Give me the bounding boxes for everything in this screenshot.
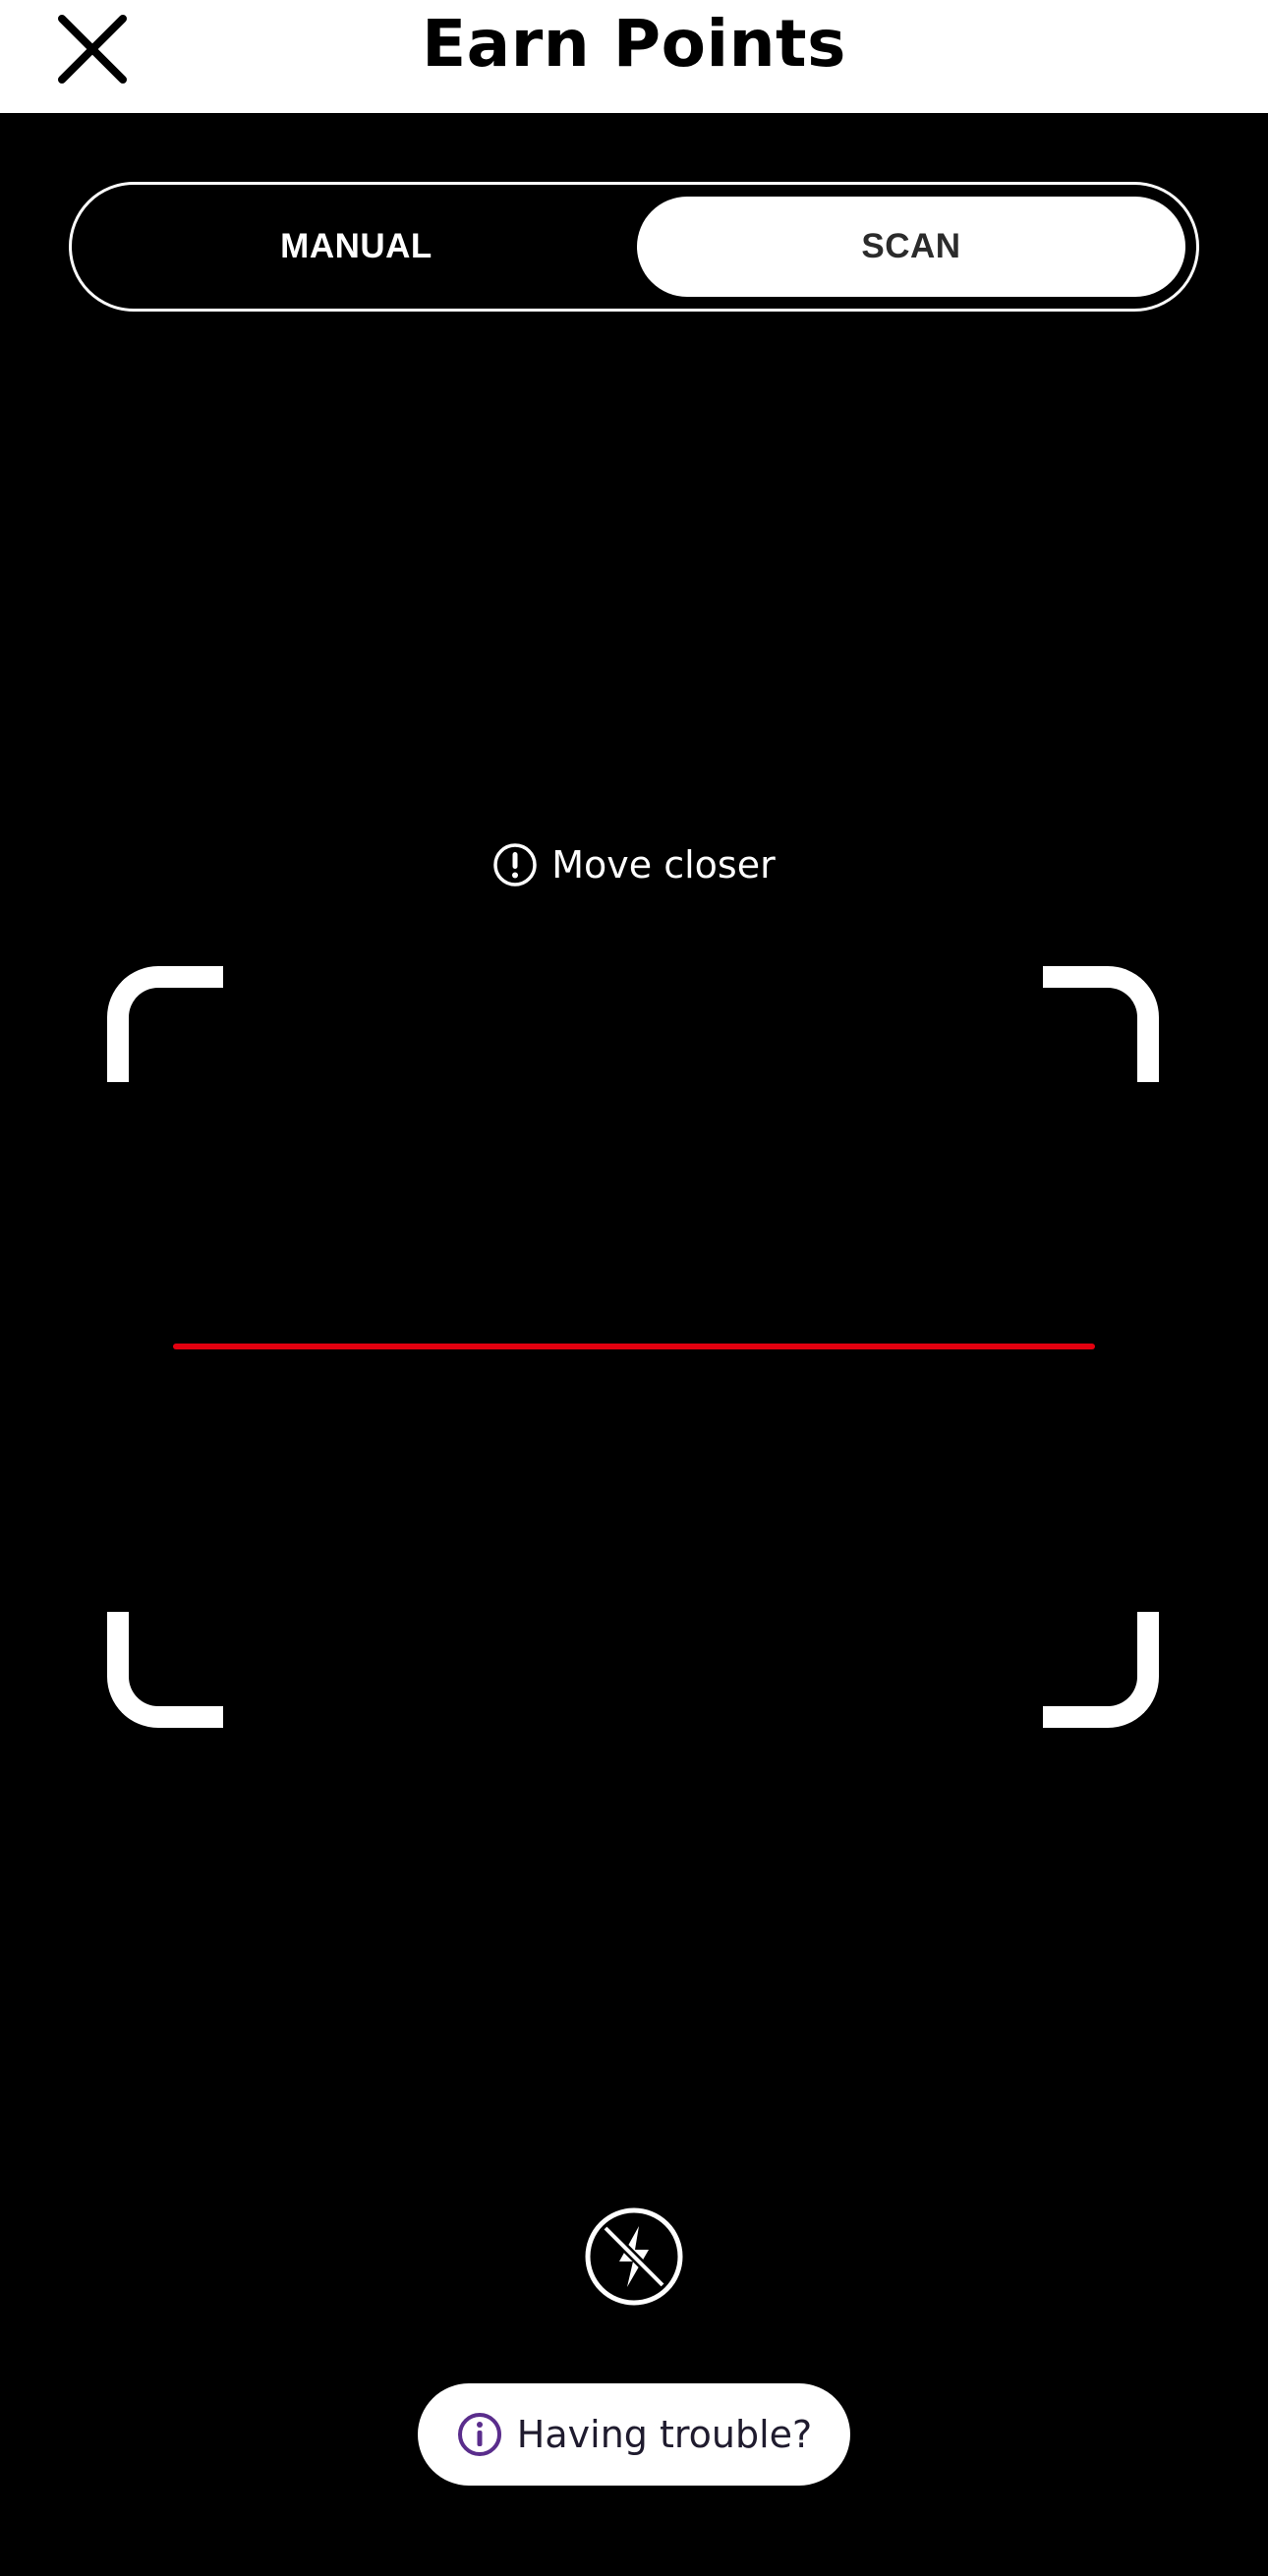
having-trouble-label: Having trouble? <box>516 2413 813 2456</box>
page-title: Earn Points <box>422 6 846 82</box>
having-trouble-button[interactable]: Having trouble? <box>418 2383 850 2486</box>
scan-line <box>173 1344 1095 1349</box>
scan-frame-corner-bottom-right <box>1043 1612 1159 1728</box>
scan-hint: Move closer <box>0 833 1268 896</box>
header-bar: Earn Points <box>0 0 1268 113</box>
scan-hint-text: Move closer <box>551 843 776 887</box>
scan-screen: Earn Points MANUAL SCAN Move closer Havi… <box>0 0 1268 2576</box>
exclamation-circle-icon <box>492 842 538 887</box>
mode-segmented-control: MANUAL SCAN <box>69 182 1199 312</box>
info-circle-icon <box>456 2411 503 2458</box>
scan-frame-corner-top-left <box>107 966 223 1082</box>
flash-off-icon <box>585 2207 683 2306</box>
tab-scan[interactable]: SCAN <box>637 197 1185 297</box>
scan-frame-corner-top-right <box>1043 966 1159 1082</box>
scan-frame-corner-bottom-left <box>107 1612 223 1728</box>
flash-toggle-button[interactable] <box>584 2206 684 2307</box>
tab-manual[interactable]: MANUAL <box>84 197 629 297</box>
